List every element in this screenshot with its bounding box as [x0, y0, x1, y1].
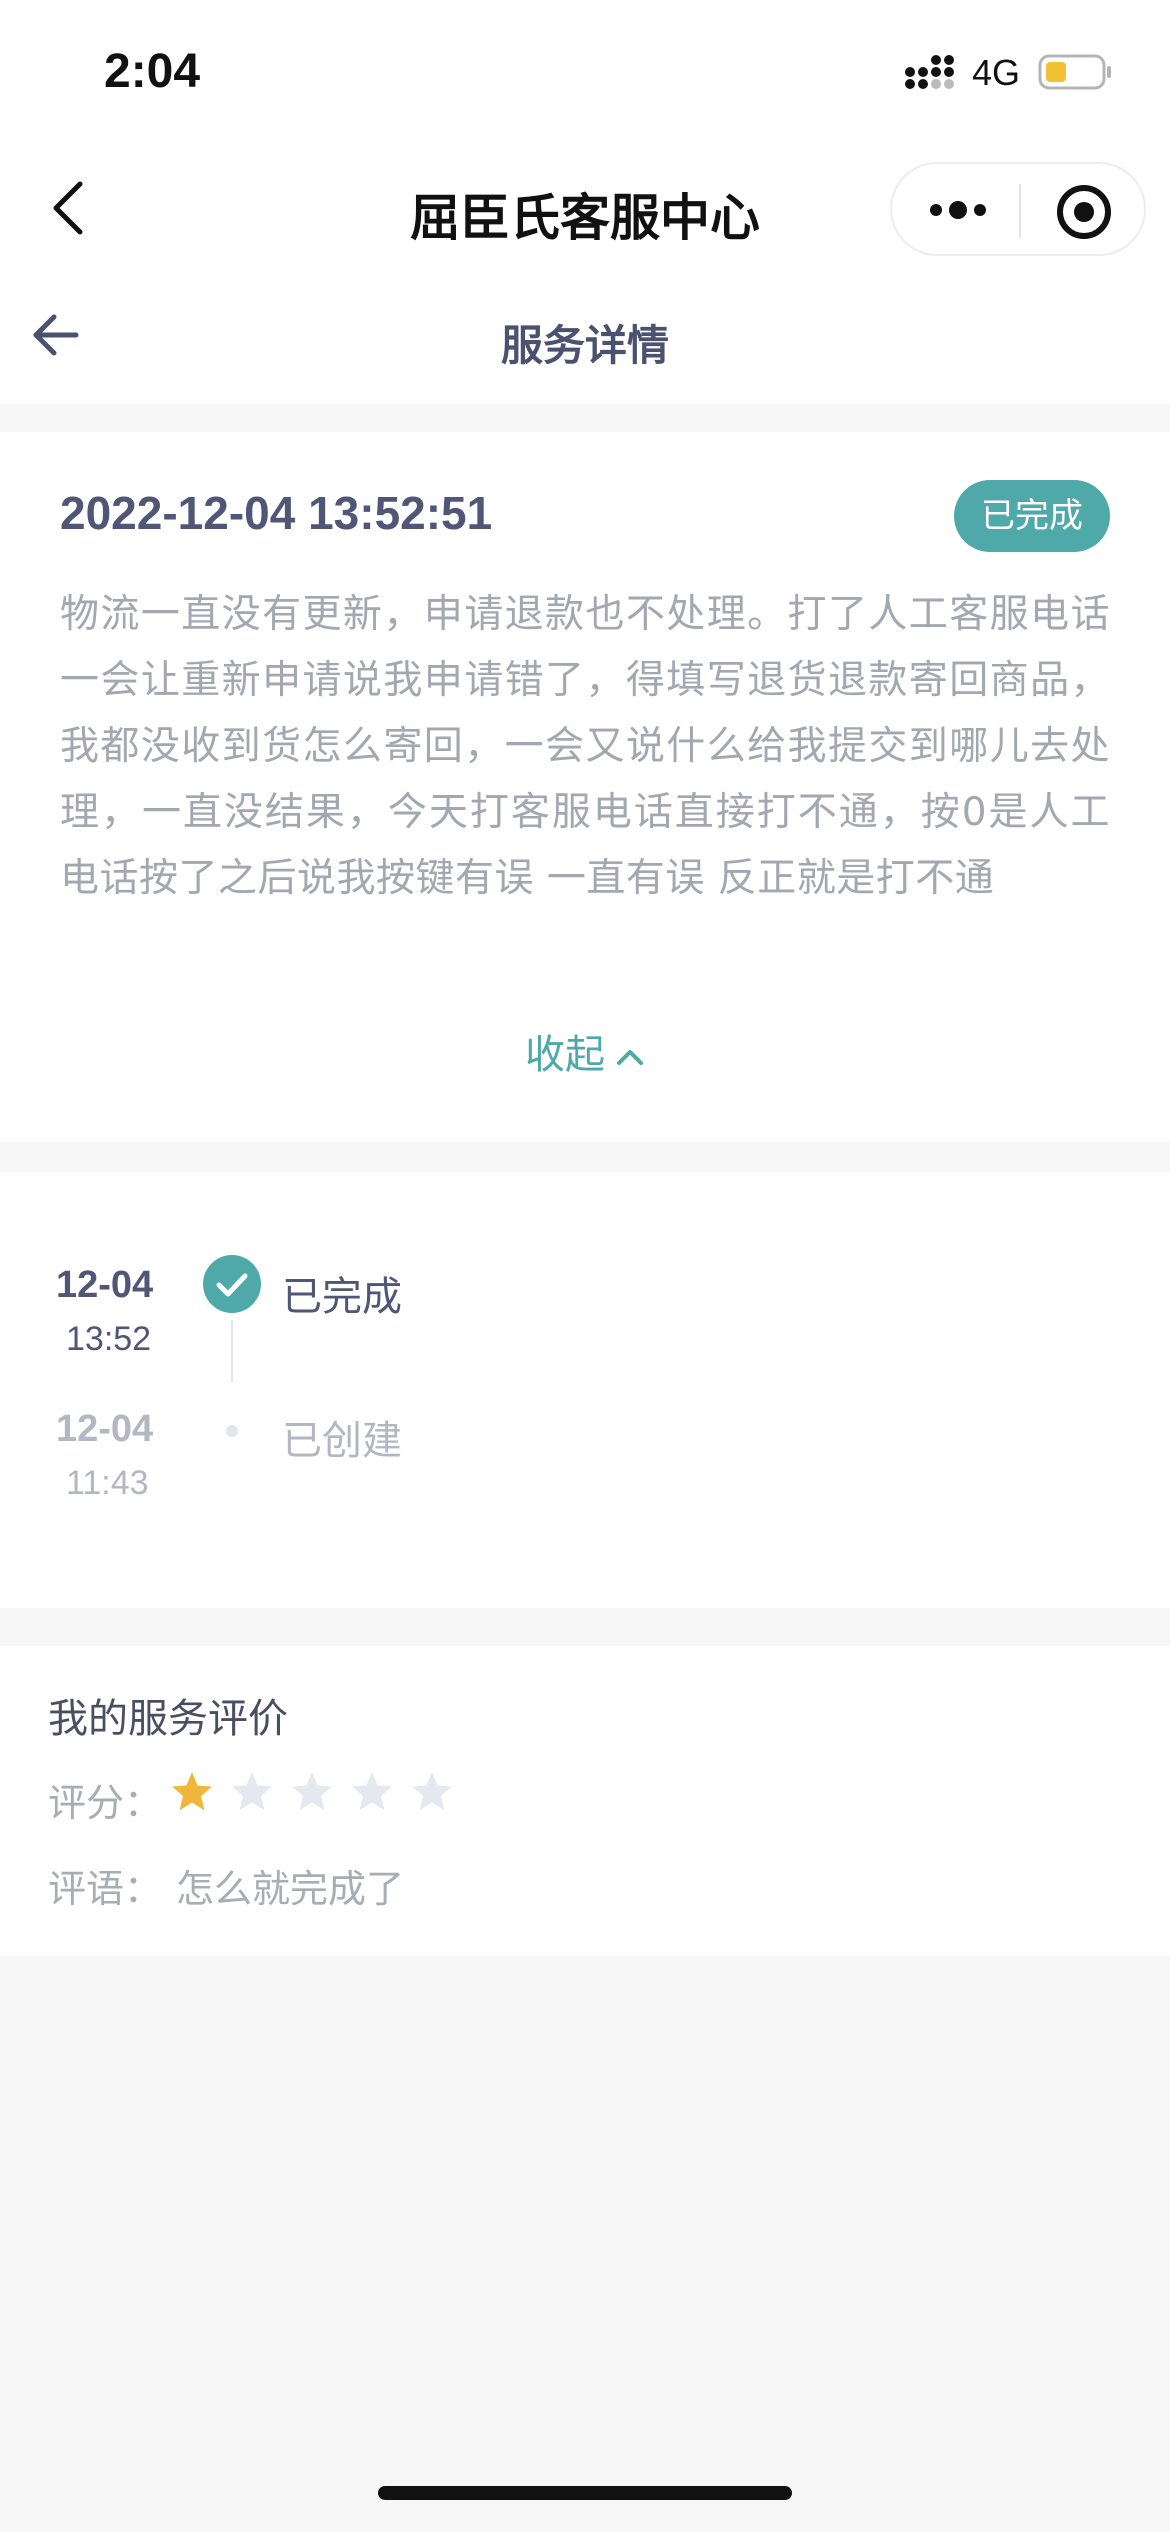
timeline-connector [231, 1320, 233, 1382]
chevron-up-icon [617, 1050, 643, 1065]
status-time: 2:04 [104, 45, 201, 98]
page-title: 服务详情 [500, 321, 669, 370]
page-header: 服务详情 [0, 268, 1170, 404]
capsule-divider [1019, 184, 1021, 238]
service-description: 物流一直没有更新，申请退款也不处理。打了人工客服电话一会让重新申请说我申请错了，… [60, 592, 1110, 901]
collapse-label: 收起 [525, 1032, 605, 1078]
navbar: 屈臣氏客服中心 [0, 150, 1170, 268]
rating-card: 我的服务评价 评分： 评语： 怎么就完成了 [0, 1646, 1170, 1956]
timeline-date: 12-04 [56, 1408, 154, 1450]
star-icon [352, 1772, 392, 1811]
star-icon [232, 1772, 272, 1811]
home-indicator [378, 2486, 792, 2500]
service-datetime: 2022-12-04 13:52:51 [60, 487, 493, 539]
comment-label: 评语： [48, 1867, 163, 1911]
timeline-card: 12-04 13:52 已完成 12-04 11:43 已创建 [0, 1172, 1170, 1608]
comment-text: 怎么就完成了 [176, 1867, 405, 1911]
status-badge: 已完成 [954, 480, 1110, 552]
network-label: 4G [972, 52, 1021, 93]
star-icon [172, 1772, 212, 1811]
score-label: 评分： [48, 1781, 163, 1825]
collapse-button[interactable]: 收起 [0, 1022, 1170, 1080]
timeline-time: 11:43 [66, 1464, 149, 1502]
star-icon [412, 1772, 452, 1811]
timeline-status: 已创建 [282, 1418, 402, 1464]
more-icon[interactable] [926, 186, 990, 234]
timeline-status: 已完成 [282, 1274, 402, 1320]
service-detail-card: 2022-12-04 13:52:51 已完成 物流一直没有更新，申请退款也不处… [0, 432, 1170, 1142]
timeline-dot [226, 1425, 238, 1437]
status-bar: 2:04 4G [0, 0, 1170, 150]
timeline-date: 12-04 [56, 1264, 154, 1306]
timeline-time: 13:52 [66, 1320, 152, 1358]
mini-program-capsule [890, 162, 1146, 256]
star-icon [292, 1772, 332, 1811]
battery-icon [1038, 54, 1111, 90]
rating-title: 我的服务评价 [48, 1696, 288, 1742]
signal-icon [905, 55, 954, 89]
page: 2:04 4G 屈臣氏客服中心 服务详情 2022-12-04 13:52:51… [0, 0, 1170, 2532]
close-target-icon[interactable] [1054, 182, 1114, 242]
check-circle-icon [203, 1255, 261, 1313]
